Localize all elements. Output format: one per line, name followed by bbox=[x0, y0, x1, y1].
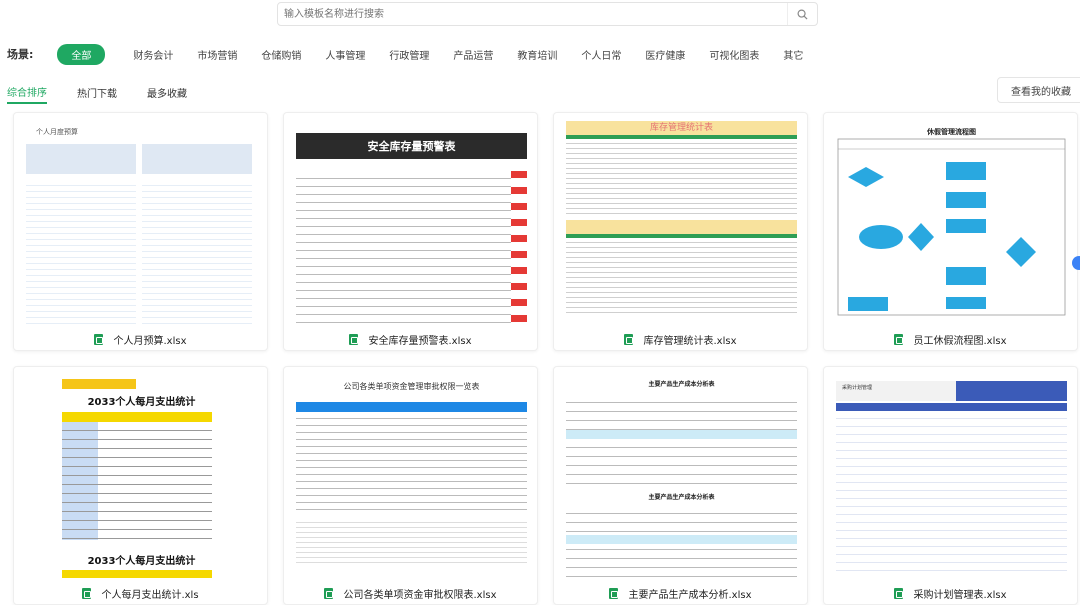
template-thumbnail: 主要产品生产成本分析表 主要产品生产成本分析表 bbox=[566, 375, 797, 578]
template-thumbnail: 公司各类单项资金管理审批权限一览表 公司各类单项资金管理审批权限一览表 bbox=[296, 375, 527, 578]
excel-file-icon bbox=[82, 587, 92, 599]
floating-side-button[interactable] bbox=[1072, 256, 1080, 270]
thumb-title-repeat: 公司各类单项资金管理审批权限一览表 bbox=[296, 577, 527, 578]
template-title: 采购计划管理表.xlsx bbox=[913, 589, 1007, 601]
scene-chip-personal[interactable]: 个人日常 bbox=[581, 47, 621, 62]
template-title: 公司各类单项资金审批权限表.xlsx bbox=[343, 589, 497, 601]
flowchart-illustration bbox=[837, 138, 1066, 316]
excel-file-icon bbox=[624, 333, 634, 345]
scene-label: 场景: bbox=[7, 48, 34, 61]
scene-chip-visual[interactable]: 可视化图表 bbox=[709, 47, 759, 62]
thumb-title: 个人月度预算 bbox=[36, 128, 78, 136]
thumb-title: 休假管理流程图 bbox=[927, 128, 976, 136]
template-title: 个人每月支出统计.xls bbox=[101, 589, 199, 601]
thumb-title-repeat: 2033个人每月支出统计 bbox=[87, 556, 196, 567]
sort-tab-overall[interactable]: 综合排序 bbox=[7, 84, 47, 104]
template-title: 主要产品生产成本分析.xlsx bbox=[628, 589, 752, 601]
search-button[interactable] bbox=[787, 3, 817, 25]
sort-tabs: 综合排序 热门下载 最多收藏 bbox=[7, 84, 217, 104]
thumb-title: 主要产品生产成本分析表 bbox=[648, 381, 715, 388]
template-thumbnail: 采购计划管理 bbox=[836, 375, 1067, 578]
scene-chip-hr[interactable]: 人事管理 bbox=[325, 47, 365, 62]
excel-file-icon bbox=[894, 587, 904, 599]
template-title: 安全库存量预警表.xlsx bbox=[368, 335, 472, 347]
excel-file-icon bbox=[349, 333, 359, 345]
scene-chip-all[interactable]: 全部 bbox=[57, 43, 106, 65]
template-card[interactable]: 2033个人每月支出统计 2033个人每月支出统计 个人每月支出统计.xls bbox=[13, 366, 268, 605]
template-thumbnail: 个人月度预算 bbox=[26, 121, 257, 324]
sort-tab-fav[interactable]: 最多收藏 bbox=[147, 85, 187, 103]
thumb-title: 2033个人每月支出统计 bbox=[87, 397, 196, 408]
template-title: 员工休假流程图.xlsx bbox=[913, 335, 1007, 347]
scene-chip-medical[interactable]: 医疗健康 bbox=[645, 47, 685, 62]
excel-file-icon bbox=[94, 333, 104, 345]
scene-chip-admin[interactable]: 行政管理 bbox=[389, 47, 429, 62]
excel-file-icon bbox=[609, 587, 619, 599]
template-card[interactable]: 公司各类单项资金管理审批权限一览表 公司各类单项资金管理审批权限一览表 公司各类… bbox=[283, 366, 538, 605]
scene-chip-product[interactable]: 产品运营 bbox=[453, 47, 493, 62]
template-title: 库存管理统计表.xlsx bbox=[643, 335, 737, 347]
excel-file-icon bbox=[324, 587, 334, 599]
scene-chip-marketing[interactable]: 市场营销 bbox=[197, 47, 237, 62]
thumb-title: 采购计划管理 bbox=[836, 381, 956, 401]
template-thumbnail: 库存管理统计表 bbox=[566, 121, 797, 324]
template-title: 个人月预算.xlsx bbox=[113, 335, 187, 347]
template-thumbnail: 休假管理流程图 bbox=[836, 121, 1067, 324]
template-card[interactable]: 安全库存量预警表 安全库存量预警表.xlsx bbox=[283, 112, 538, 351]
template-card[interactable]: 采购计划管理 采购计划管理表.xlsx bbox=[823, 366, 1078, 605]
template-card[interactable]: 库存管理统计表 库存管理统计表.xlsx bbox=[553, 112, 808, 351]
thumb-title: 公司各类单项资金管理审批权限一览表 bbox=[343, 382, 480, 391]
thumb-title: 安全库存量预警表 bbox=[296, 133, 527, 159]
scene-chip-warehouse[interactable]: 仓储购销 bbox=[261, 47, 301, 62]
search-icon bbox=[797, 9, 808, 20]
excel-file-icon bbox=[894, 333, 904, 345]
scene-chip-finance[interactable]: 财务会计 bbox=[133, 47, 173, 62]
template-thumbnail: 2033个人每月支出统计 2033个人每月支出统计 bbox=[26, 375, 257, 578]
thumb-title-repeat: 主要产品生产成本分析表 bbox=[648, 494, 715, 501]
my-favorites-button[interactable]: 查看我的收藏 bbox=[997, 77, 1080, 103]
template-card[interactable]: 休假管理流程图 员工休假流程图.xlsx bbox=[823, 112, 1078, 351]
search-box[interactable] bbox=[277, 2, 818, 26]
template-card[interactable]: 个人月度预算 个人月预算.xlsx bbox=[13, 112, 268, 351]
search-input[interactable] bbox=[278, 3, 787, 25]
template-card[interactable]: 主要产品生产成本分析表 主要产品生产成本分析表 主要产品生产成本分析.xlsx bbox=[553, 366, 808, 605]
thumb-title: 库存管理统计表 bbox=[566, 121, 797, 135]
template-thumbnail: 安全库存量预警表 bbox=[296, 121, 527, 324]
scene-chip-education[interactable]: 教育培训 bbox=[517, 47, 557, 62]
scene-filter: 场景: 全部 财务会计 市场营销 仓储购销 人事管理 行政管理 产品运营 教育培… bbox=[7, 43, 827, 65]
sort-tab-hot[interactable]: 热门下载 bbox=[77, 85, 117, 103]
scene-chip-other[interactable]: 其它 bbox=[783, 47, 803, 62]
